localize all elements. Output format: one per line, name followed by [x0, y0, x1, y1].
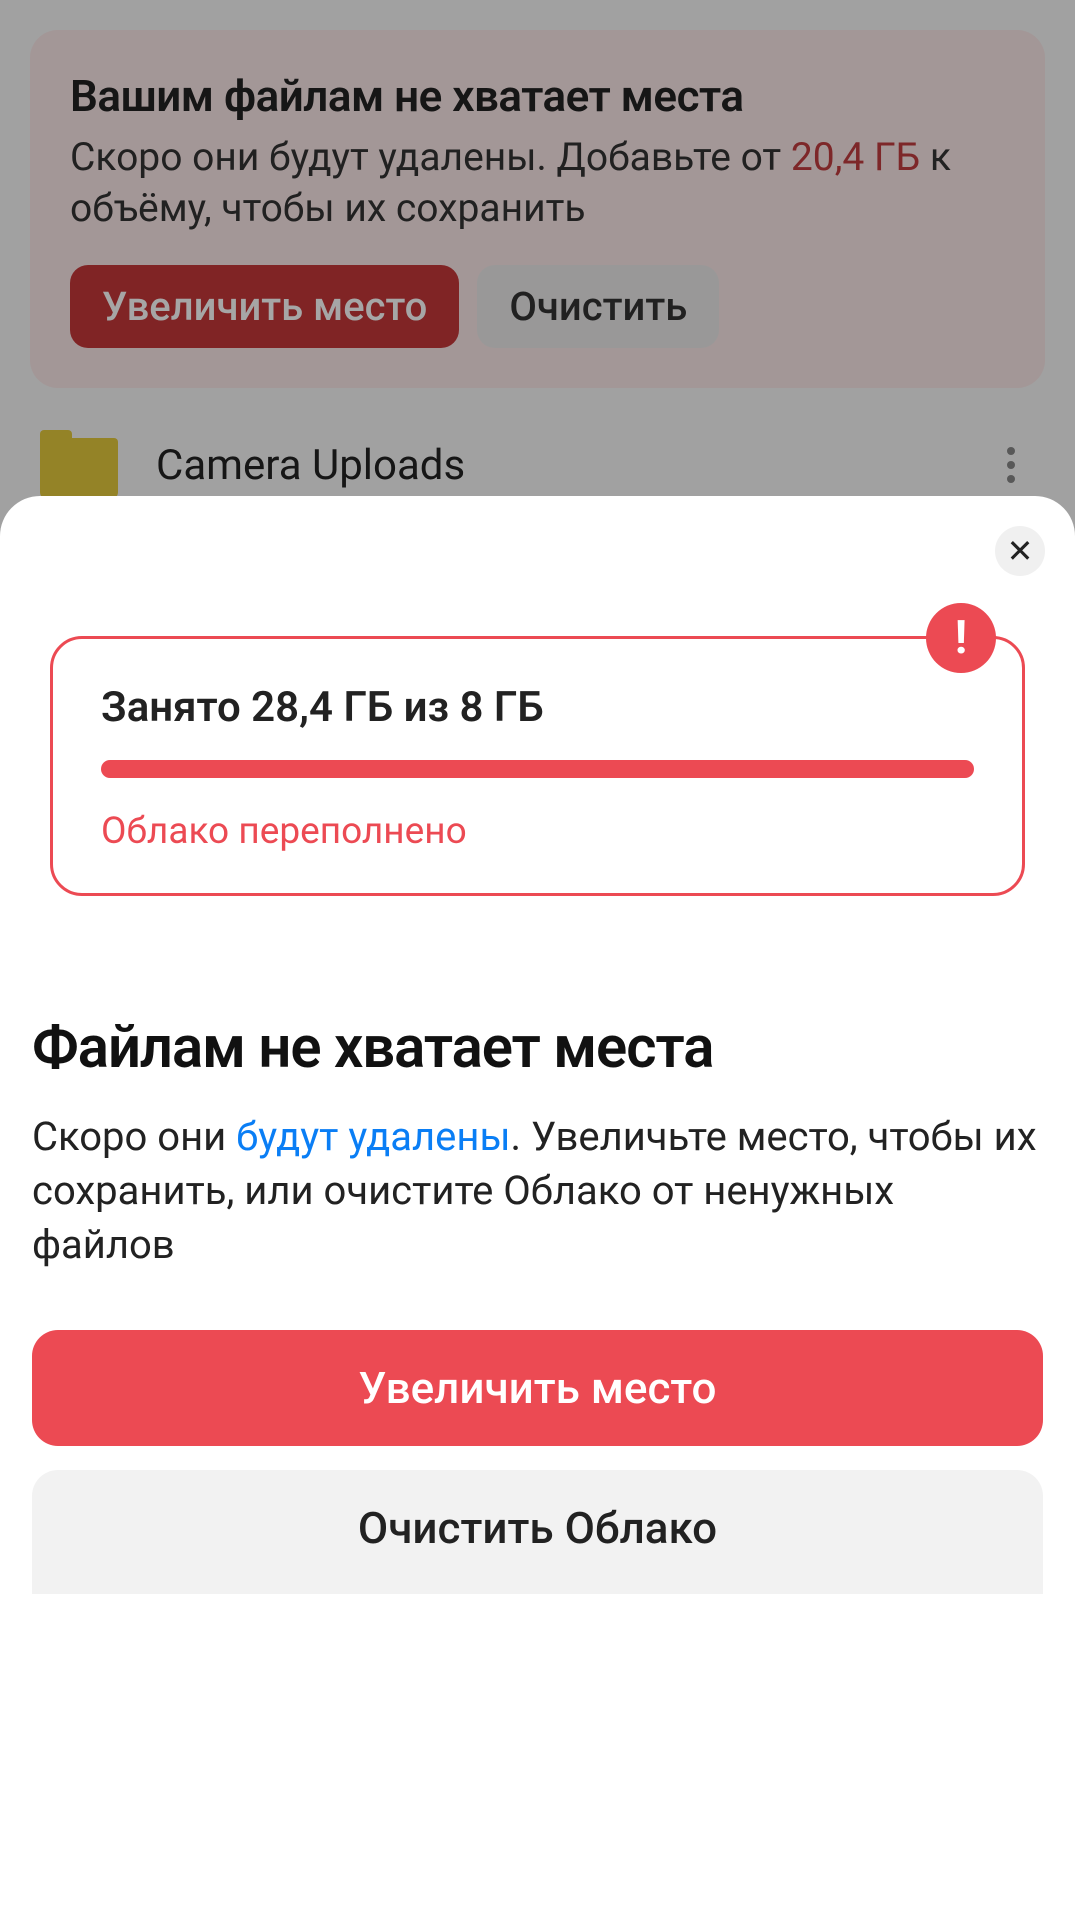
storage-progress-bar: [101, 760, 974, 778]
will-be-deleted-link[interactable]: будут удалены: [236, 1113, 510, 1160]
sheet-bottom-section: Файлам не хватает места Скоро они будут …: [0, 966, 1075, 1594]
increase-space-primary-button[interactable]: Увеличить место: [32, 1330, 1043, 1446]
sheet-body-prefix: Скоро они: [32, 1113, 236, 1160]
storage-used-label: Занято 28,4 ГБ из 8 ГБ: [101, 683, 974, 732]
storage-bottom-sheet: ✕ ! Занято 28,4 ГБ из 8 ГБ Облако перепо…: [0, 496, 1075, 1912]
close-icon: ✕: [1007, 532, 1034, 570]
storage-status-text: Облако переполнено: [101, 810, 974, 853]
storage-status-card: ! Занято 28,4 ГБ из 8 ГБ Облако переполн…: [50, 636, 1025, 896]
sheet-title: Файлам не хватает места: [32, 1014, 1043, 1082]
clear-cloud-secondary-button[interactable]: Очистить Облако: [32, 1470, 1043, 1594]
sheet-top-section: ✕ ! Занято 28,4 ГБ из 8 ГБ Облако перепо…: [0, 496, 1075, 966]
close-button[interactable]: ✕: [995, 526, 1045, 576]
sheet-body: Скоро они будут удалены. Увеличьте место…: [32, 1110, 1043, 1272]
alert-icon: !: [926, 603, 996, 673]
